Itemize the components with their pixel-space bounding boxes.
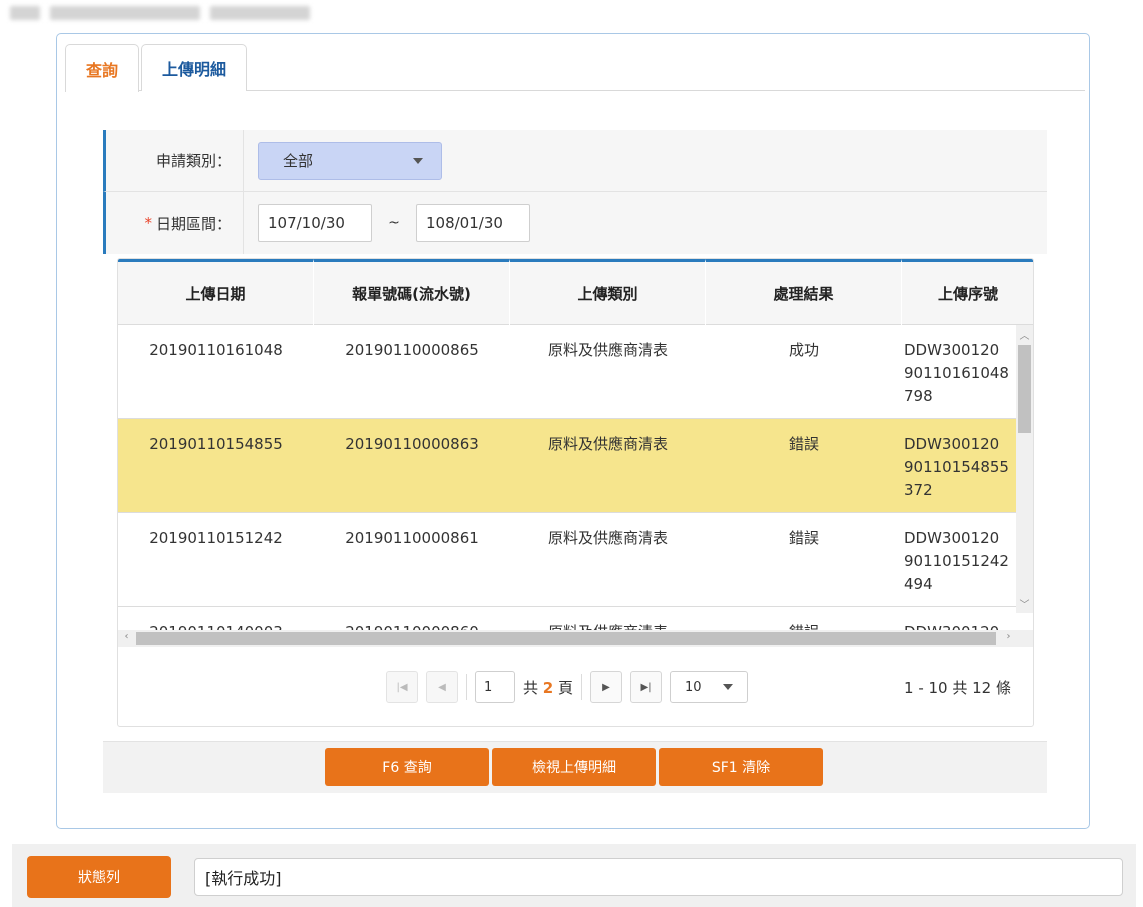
query-form: 申請類別： 全部 * 日期區間： 107/10/30 ~ 108/01/30 xyxy=(103,130,1047,254)
status-bar: 狀態列 [執行成功] xyxy=(12,844,1136,907)
chevron-down-icon xyxy=(723,684,734,690)
table-row[interactable]: 20190110161048 20190110000865 原料及供應商清表 成… xyxy=(118,325,1033,419)
horizontal-scrollbar[interactable]: ‹ › xyxy=(118,630,1033,647)
cell-upload-date: 20190110140003 xyxy=(118,607,314,630)
grid-header: 上傳日期 報單號碼(流水號) 上傳類別 處理結果 上傳序號 xyxy=(118,259,1033,325)
cell-declaration-number: 20190110000863 xyxy=(345,435,479,453)
clear-button[interactable]: SF1 清除 xyxy=(659,748,823,786)
seq-line: 90110154855 xyxy=(904,458,1009,476)
pagination: |◀ ◀ 1 共 2 頁 ▶ ▶| 10 1 - 10 共 12 條 xyxy=(118,647,1033,726)
column-header-upload-seq[interactable]: 上傳序號 xyxy=(902,259,1033,325)
chevron-down-icon[interactable]: ﹀ xyxy=(1016,596,1033,611)
cell-upload-date: 20190110154855 xyxy=(149,435,283,453)
page-total-text: 共 2 頁 xyxy=(523,677,573,698)
category-select-value: 全部 xyxy=(283,152,314,170)
date-range-label-text: 日期區間： xyxy=(155,214,231,233)
tab-upload-detail[interactable]: 上傳明細 xyxy=(141,44,248,91)
seq-line: 798 xyxy=(904,387,933,405)
breadcrumb xyxy=(10,6,310,20)
cell-upload-seq: DDW300120 90110161048 798 xyxy=(902,325,1033,418)
prev-page-icon[interactable]: ◀ xyxy=(426,671,458,703)
action-bar: F6 查詢 檢視上傳明細 SF1 清除 xyxy=(103,741,1047,793)
seq-line: DDW300120 xyxy=(904,435,1000,453)
results-grid: 上傳日期 報單號碼(流水號) 上傳類別 處理結果 上傳序號 2019011016… xyxy=(117,258,1034,727)
chevron-right-icon[interactable]: › xyxy=(1000,631,1017,642)
page-number-input[interactable]: 1 xyxy=(475,671,515,703)
date-range-label: * 日期區間： xyxy=(106,192,244,254)
vertical-scrollbar[interactable]: ︿ ﹀ xyxy=(1016,325,1033,613)
chevron-left-icon[interactable]: ‹ xyxy=(118,631,135,642)
table-row[interactable]: 20190110140003 20190110000860 原料及供應商清表 錯… xyxy=(118,607,1033,630)
page-total-suffix: 頁 xyxy=(558,678,574,697)
page-size-select[interactable]: 10 xyxy=(670,671,749,703)
cell-upload-date: 20190110161048 xyxy=(149,341,283,359)
chevron-up-icon[interactable]: ︿ xyxy=(1016,327,1033,342)
last-page-icon[interactable]: ▶| xyxy=(630,671,663,703)
seq-line: 494 xyxy=(904,575,933,593)
horizontal-scroll-thumb[interactable] xyxy=(136,632,996,645)
cell-result: 錯誤 xyxy=(788,435,819,453)
cell-upload-type: 原料及供應商清表 xyxy=(510,607,706,630)
cell-upload-type: 原料及供應商清表 xyxy=(547,435,668,453)
seq-line: 372 xyxy=(904,481,933,499)
table-row[interactable]: 20190110151242 20190110000861 原料及供應商清表 錯… xyxy=(118,513,1033,607)
breadcrumb-blurred-segment xyxy=(210,6,310,20)
next-page-icon[interactable]: ▶ xyxy=(590,671,623,703)
cell-result: 成功 xyxy=(788,341,819,359)
cell-upload-seq: DDW300120 90110151242 494 xyxy=(902,513,1033,606)
date-separator: ~ xyxy=(388,215,400,231)
required-mark: * xyxy=(144,214,152,232)
breadcrumb-blurred-segment xyxy=(10,6,40,20)
seq-line: DDW300120 xyxy=(904,529,1000,547)
tab-query[interactable]: 查詢 xyxy=(65,44,140,92)
seq-line: DDW300120 xyxy=(904,621,1033,630)
seq-line: 90110151242 xyxy=(904,552,1009,570)
cell-upload-type: 原料及供應商清表 xyxy=(547,341,668,359)
cell-declaration-number: 20190110000860 xyxy=(314,607,510,630)
form-row-category: 申請類別： 全部 xyxy=(103,130,1047,192)
seq-line: DDW300120 xyxy=(904,341,1000,359)
first-page-icon[interactable]: |◀ xyxy=(386,671,418,703)
vertical-scroll-thumb[interactable] xyxy=(1018,345,1031,433)
column-header-declaration-number[interactable]: 報單號碼(流水號) xyxy=(314,259,510,325)
cell-result: 錯誤 xyxy=(788,529,819,547)
pager-info: 1 - 10 共 12 條 xyxy=(904,678,1011,697)
cell-upload-seq: DDW300120 xyxy=(902,607,1033,630)
date-from-input[interactable]: 107/10/30 xyxy=(258,204,372,242)
query-button[interactable]: F6 查詢 xyxy=(325,748,489,786)
view-upload-detail-button[interactable]: 檢視上傳明細 xyxy=(492,748,656,786)
tab-bar: 查詢 上傳明細 xyxy=(65,44,1085,92)
date-to-input[interactable]: 108/01/30 xyxy=(416,204,530,242)
column-header-result[interactable]: 處理結果 xyxy=(706,259,902,325)
page-size-value: 10 xyxy=(685,679,702,695)
status-label: 狀態列 xyxy=(27,856,171,898)
page-total-count: 2 xyxy=(542,678,554,697)
cell-result: 錯誤 xyxy=(706,607,902,630)
seq-line: 90110161048 xyxy=(904,364,1009,382)
cell-upload-seq: DDW300120 90110154855 372 xyxy=(902,419,1033,512)
form-row-date-range: * 日期區間： 107/10/30 ~ 108/01/30 xyxy=(103,192,1047,254)
pager-divider xyxy=(581,674,583,700)
pager-divider xyxy=(466,674,467,700)
cell-upload-date: 20190110151242 xyxy=(149,529,283,547)
main-panel: 查詢 上傳明細 申請類別： 全部 * 日期區間： 107/10/30 ~ 108… xyxy=(56,33,1090,829)
column-header-upload-date[interactable]: 上傳日期 xyxy=(118,259,314,325)
column-header-upload-type[interactable]: 上傳類別 xyxy=(510,259,706,325)
grid-body: 20190110161048 20190110000865 原料及供應商清表 成… xyxy=(118,325,1033,630)
cell-declaration-number: 20190110000865 xyxy=(345,341,479,359)
category-label: 申請類別： xyxy=(106,130,244,191)
table-row-selected[interactable]: 20190110154855 20190110000863 原料及供應商清表 錯… xyxy=(118,419,1033,513)
cell-upload-type: 原料及供應商清表 xyxy=(547,529,668,547)
breadcrumb-blurred-segment xyxy=(50,6,200,20)
chevron-down-icon xyxy=(413,157,423,164)
page-total-prefix: 共 xyxy=(523,678,539,697)
pager-controls: |◀ ◀ 1 共 2 頁 ▶ ▶| 10 xyxy=(386,671,749,703)
status-message-field: [執行成功] xyxy=(194,858,1123,896)
category-select[interactable]: 全部 xyxy=(258,141,442,180)
cell-declaration-number: 20190110000861 xyxy=(345,529,479,547)
